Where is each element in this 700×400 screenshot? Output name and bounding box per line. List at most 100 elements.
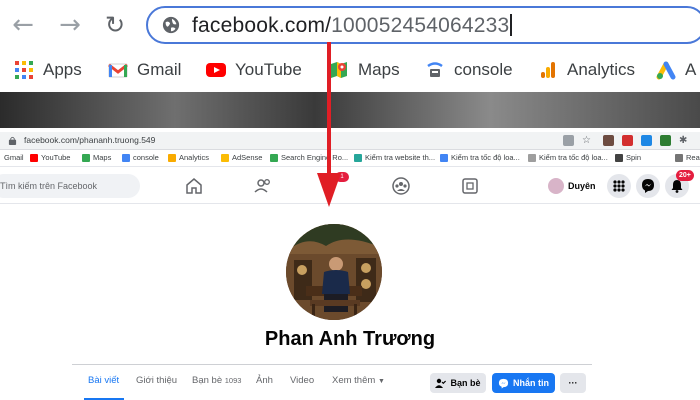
gmail-icon bbox=[108, 63, 128, 78]
message-button-label: Nhắn tin bbox=[513, 378, 549, 388]
annotation-arrow-shaft bbox=[327, 42, 331, 175]
google-icon bbox=[440, 153, 448, 162]
reload-icon[interactable]: ↻ bbox=[100, 10, 130, 40]
inner-bookmark[interactable]: Kiểm tra website th... bbox=[354, 153, 435, 162]
bookmark-gmail[interactable]: Gmail bbox=[108, 58, 181, 82]
inner-bookmark-label: Kiểm tra tốc độ loa... bbox=[539, 153, 608, 162]
bookmark-youtube[interactable]: YouTube bbox=[206, 58, 302, 82]
more-options-button[interactable]: ··· bbox=[560, 373, 586, 393]
embedded-browser: facebook.com/phananh.truong.549 ☆ ✱ Gmai… bbox=[0, 128, 700, 400]
reading-list-icon bbox=[675, 153, 683, 162]
blurred-cover-strip bbox=[0, 92, 700, 128]
inner-bookmark[interactable]: Rea bbox=[675, 153, 700, 162]
site-icon bbox=[270, 153, 278, 162]
inner-bookmark[interactable]: AdSense bbox=[221, 153, 262, 162]
inner-bookmark[interactable]: Maps bbox=[82, 153, 111, 162]
extension-red-icon[interactable] bbox=[622, 135, 633, 146]
back-arrow-icon[interactable]: ← bbox=[8, 10, 38, 40]
inner-bookmark[interactable]: Kiểm tra tốc độ loa... bbox=[528, 153, 608, 162]
address-path: 100052454064233 bbox=[331, 14, 510, 37]
avatar bbox=[548, 178, 564, 194]
inner-bookmark[interactable]: Search Engine Ro... bbox=[270, 153, 348, 162]
analytics-icon bbox=[541, 62, 555, 78]
inner-bookmark[interactable]: Spin bbox=[615, 153, 641, 162]
inner-bookmark-label: console bbox=[133, 153, 159, 162]
messenger-icon bbox=[498, 378, 509, 389]
message-button[interactable]: Nhắn tin bbox=[492, 373, 555, 393]
inner-bookmarks-bar: Gmail YouTube Maps console Analytics AdS… bbox=[0, 150, 700, 167]
profile-chip-name: Duyên bbox=[568, 181, 596, 191]
inner-bookmark-label: Analytics bbox=[179, 153, 210, 162]
bookmark-label: Maps bbox=[358, 60, 400, 79]
inner-bookmark-label: Kiểm tra website th... bbox=[365, 153, 436, 162]
home-icon[interactable] bbox=[184, 176, 204, 196]
notifications-badge: 20+ bbox=[676, 170, 694, 181]
extension-blue-icon[interactable] bbox=[641, 135, 652, 146]
bookmark-label: Analytics bbox=[567, 60, 636, 79]
bookmark-label: A bbox=[685, 60, 697, 79]
address-domain: facebook.com/ bbox=[192, 14, 332, 37]
tab-label: Bạn bè bbox=[192, 375, 223, 386]
bookmark-ads[interactable]: A bbox=[656, 58, 696, 82]
profile-chip[interactable]: Duyên bbox=[548, 177, 596, 195]
translate-icon[interactable] bbox=[563, 135, 574, 146]
inner-address-bar[interactable]: facebook.com/phananh.truong.549 ☆ ✱ bbox=[0, 132, 700, 150]
adsense-icon bbox=[221, 153, 229, 162]
extension-green-icon[interactable] bbox=[660, 135, 671, 146]
menu-grid-button[interactable] bbox=[607, 174, 631, 198]
chevron-down-icon: ▼ bbox=[377, 378, 385, 385]
bookmark-apps[interactable]: Apps bbox=[14, 58, 82, 82]
tab-more[interactable]: Xem thêm ▼ bbox=[332, 375, 385, 386]
extension-m-icon[interactable] bbox=[603, 135, 614, 146]
facebook-search-input[interactable]: Tìm kiếm trên Facebook bbox=[0, 174, 140, 198]
tab-label: Bài viết bbox=[88, 375, 120, 386]
site-icon bbox=[354, 153, 362, 162]
tab-about[interactable]: Giới thiệu bbox=[136, 375, 177, 386]
inner-bookmark[interactable]: Analytics bbox=[168, 153, 209, 162]
groups-icon[interactable] bbox=[391, 176, 411, 196]
inner-bookmark[interactable]: console bbox=[122, 153, 159, 162]
inner-bookmark-label: AdSense bbox=[232, 153, 263, 162]
inner-bookmark-label: Kiểm tra tốc độ loa... bbox=[451, 153, 520, 162]
bookmark-maps[interactable]: Maps bbox=[329, 58, 400, 82]
friend-check-icon bbox=[435, 378, 447, 388]
inner-bookmark-label: Rea bbox=[686, 153, 700, 162]
inner-bookmark[interactable]: Gmail bbox=[4, 153, 24, 162]
bookmarks-bar: Apps Gmail YouTube Maps console Analytic… bbox=[0, 50, 700, 90]
profile-tabs: Bài viết Giới thiệu Bạn bè 1093 Ảnh Vide… bbox=[72, 364, 592, 400]
text-caret bbox=[510, 14, 512, 36]
inner-bookmark[interactable]: Kiểm tra tốc độ loa... bbox=[440, 153, 520, 162]
bookmark-console[interactable]: console bbox=[425, 58, 513, 82]
gaming-icon[interactable] bbox=[460, 176, 480, 196]
messenger-button[interactable] bbox=[636, 174, 660, 198]
ads-icon bbox=[656, 61, 676, 80]
profile-picture[interactable] bbox=[286, 224, 382, 320]
bookmark-label: YouTube bbox=[235, 60, 302, 79]
youtube-icon bbox=[206, 63, 226, 77]
profile-name: Phan Anh Trương bbox=[264, 328, 436, 350]
inner-bookmark[interactable]: YouTube bbox=[30, 153, 70, 162]
tab-posts[interactable]: Bài viết bbox=[88, 375, 119, 386]
inner-url: facebook.com/phananh.truong.549 bbox=[24, 135, 156, 145]
tab-photos[interactable]: Ảnh bbox=[256, 375, 273, 386]
maps-icon bbox=[82, 153, 90, 162]
tab-friends[interactable]: Bạn bè 1093 bbox=[192, 375, 241, 386]
console-icon bbox=[122, 153, 130, 162]
globe-icon bbox=[162, 16, 180, 34]
forward-arrow-icon[interactable]: → bbox=[55, 10, 85, 40]
tab-videos[interactable]: Video bbox=[290, 375, 314, 386]
puzzle-icon[interactable]: ✱ bbox=[679, 135, 690, 146]
console-icon bbox=[427, 62, 443, 77]
tab-label: Xem thêm bbox=[332, 375, 376, 386]
messenger-icon bbox=[642, 179, 654, 193]
star-icon[interactable]: ☆ bbox=[582, 135, 593, 146]
address-bar[interactable]: facebook.com/100052454064233 bbox=[146, 6, 700, 44]
inner-bookmark-label: Maps bbox=[93, 153, 112, 162]
tab-label: Video bbox=[290, 375, 315, 386]
bookmark-analytics[interactable]: Analytics bbox=[538, 58, 635, 82]
friends-button[interactable]: Bạn bè bbox=[430, 373, 486, 393]
friends-icon[interactable] bbox=[253, 176, 273, 196]
facebook-header: Tìm kiếm trên Facebook 1 Duyên 20+ bbox=[0, 168, 700, 204]
tab-label: Giới thiệu bbox=[136, 375, 178, 386]
analytics-icon bbox=[168, 153, 176, 162]
